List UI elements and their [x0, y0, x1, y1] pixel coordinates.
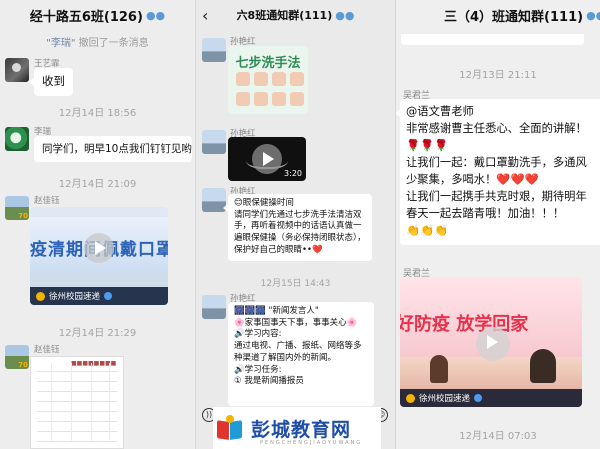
- handwashing-poster[interactable]: 七步洗手法: [228, 46, 308, 114]
- timestamp: 12月14日 07:03: [459, 431, 537, 442]
- avatar[interactable]: 70: [5, 345, 29, 369]
- timestamp: 12月13日 21:11: [459, 70, 537, 81]
- video-duration: 3:20: [284, 169, 302, 178]
- avatar[interactable]: [202, 130, 226, 154]
- girl-figure: [430, 355, 448, 383]
- play-icon[interactable]: [252, 144, 282, 174]
- video-card[interactable]: 好防疫 放学回家 徐州校园速递: [400, 277, 582, 407]
- video-channel: 徐州校园速递: [419, 394, 471, 404]
- message-bubble[interactable]: 😊眼保健操时间 请同学们先通过七步洗手法清洁双手，再听着视频中的话语认真做一遍眼…: [223, 194, 372, 261]
- message-bubble[interactable]: 🎆🎆🎆 "新闻发言人" 🌸家事国事天下事，事事关心🌸 🔊学习内容: 通过电视、广…: [228, 302, 374, 406]
- verified-icon: [474, 394, 483, 402]
- message-bubble[interactable]: 同学们，明早10点我们钉钉见哟🌹: [34, 136, 192, 163]
- message-bubble[interactable]: 收到: [29, 68, 73, 96]
- timestamp: 12月14日 21:29: [58, 328, 137, 339]
- chat-panel-1: 经十路五6班(126) ●● "李瑞" 撤回了一条消息 王艺霏 收到 12月14…: [0, 0, 195, 449]
- message-bubble[interactable]: @语文曹老师 非常感谢曹主任悉心、全面的讲解！🌹🌹🌹 让我们一起：戴口罩勤洗手，…: [396, 99, 600, 245]
- chat-header: ‹ 六8班通知群(111) ●●: [196, 0, 395, 30]
- verified-icon: [104, 292, 113, 300]
- video-thumbnail[interactable]: 3:20: [228, 137, 306, 181]
- avatar[interactable]: 70: [5, 196, 29, 220]
- book-logo-icon: [217, 415, 243, 441]
- chat-header: 三（4）班通知群(111) ●●: [396, 0, 600, 30]
- watermark-subtext: PENGCHENGJIAOYUWANG: [260, 440, 363, 446]
- sender-name: 赵佳钰: [34, 345, 60, 355]
- chat-title: 三（4）班通知群(111): [444, 9, 584, 25]
- poster-title: 七步洗手法: [235, 56, 301, 71]
- chat-title: 经十路五6班(126): [29, 9, 143, 25]
- timestamp: 12月14日 21:09: [58, 179, 137, 190]
- chat-panel-2: ‹ 六8班通知群(111) ●● 孙艳红 七步洗手法 孙艳红 3:20 孙艳红 …: [195, 0, 395, 449]
- avatar[interactable]: [5, 127, 29, 151]
- more-icon[interactable]: ●●: [586, 9, 600, 22]
- chat-title: 六8班通知群(111): [236, 9, 333, 22]
- avatar[interactable]: [202, 295, 226, 319]
- chat-header: 经十路五6班(126) ●●: [0, 0, 195, 30]
- sender-name: 赵佳钰: [34, 196, 60, 206]
- more-icon[interactable]: ●●: [335, 9, 354, 22]
- previous-message-edge: [401, 34, 584, 45]
- back-chevron-icon[interactable]: ‹: [202, 6, 208, 25]
- play-icon[interactable]: [476, 327, 510, 361]
- timestamp: 12月14日 18:56: [58, 108, 137, 119]
- watermark-text: 彭城教育网: [251, 418, 352, 441]
- video-banner-text: 好防疫 放学回家: [400, 314, 529, 335]
- avatar[interactable]: [202, 38, 226, 62]
- video-card[interactable]: 疫清期间佩戴口罩 徐州校园速递: [30, 207, 168, 305]
- avatar[interactable]: [5, 58, 29, 82]
- play-icon[interactable]: [84, 233, 114, 263]
- recall-notice: "李瑞" 撤回了一条消息: [46, 38, 149, 49]
- video-footer: 徐州校园速递: [400, 389, 582, 407]
- boy-figure: [530, 349, 556, 383]
- video-footer: 徐州校园速递: [30, 287, 168, 305]
- timestamp: 12月15日 14:43: [260, 279, 331, 289]
- schedule-image[interactable]: ■■■■■■■■: [30, 356, 124, 449]
- channel-logo-icon: [406, 393, 415, 403]
- video-channel: 徐州校园速递: [49, 292, 101, 302]
- channel-logo-icon: [36, 291, 45, 301]
- more-icon[interactable]: ●●: [146, 9, 165, 22]
- chat-panel-3: 三（4）班通知群(111) ●● 12月13日 21:11 吴君兰 @语文曹老师…: [395, 0, 600, 449]
